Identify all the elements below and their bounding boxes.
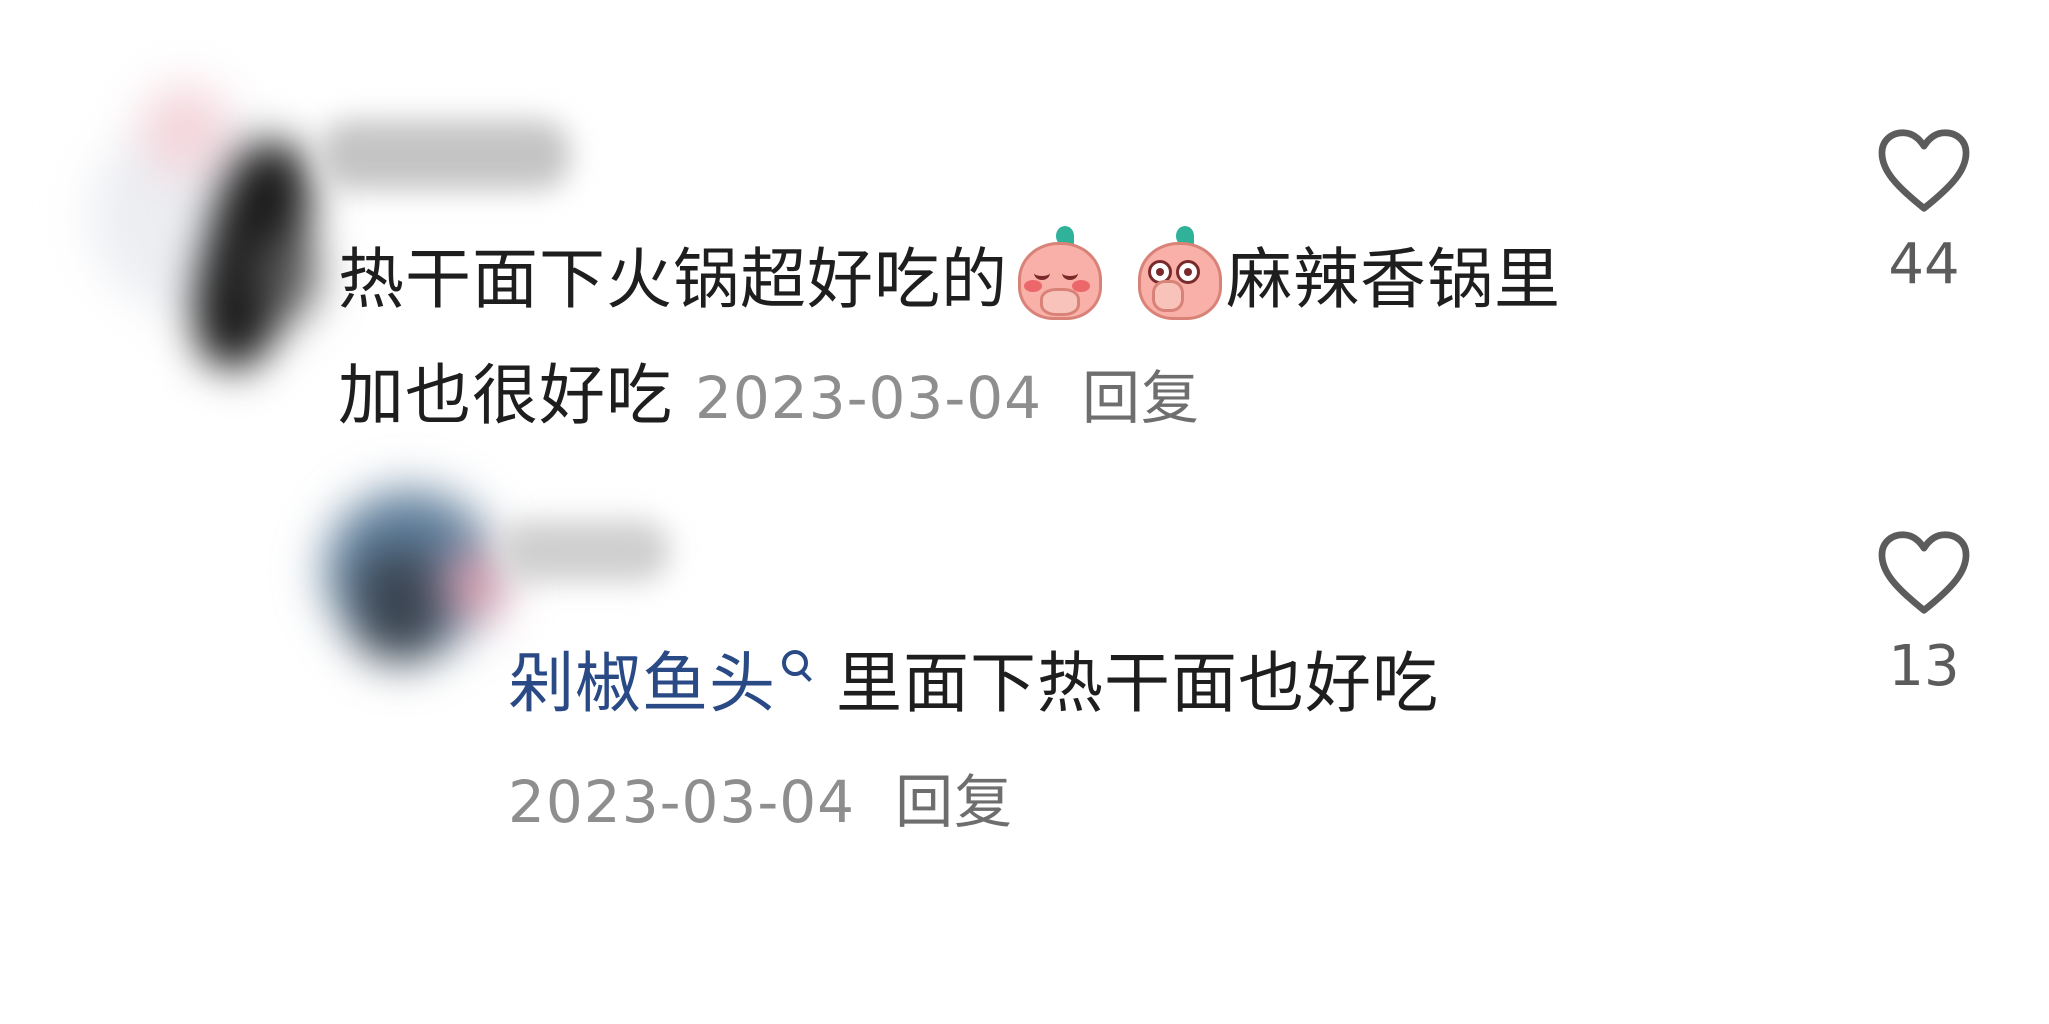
topic-link[interactable]: 剁椒鱼头 — [508, 645, 776, 722]
like-count: 13 — [1888, 634, 1960, 699]
username-redacted[interactable] — [320, 120, 570, 190]
like-button[interactable]: 13 — [1854, 530, 1994, 699]
comment-date: 2023-03-04 — [694, 364, 1043, 432]
reply-body[interactable]: 剁椒鱼头 里面下热干面也好吃 2023-03-04 回复 — [508, 626, 1808, 858]
heart-outline-icon — [1878, 531, 1970, 614]
comment-date: 2023-03-04 — [508, 768, 856, 836]
search-icon[interactable] — [780, 648, 814, 688]
like-button[interactable]: 44 — [1854, 128, 1994, 297]
comment-text-part: 热干面下火锅超好吃的 — [338, 241, 1008, 318]
username-redacted[interactable] — [500, 520, 670, 582]
heart-outline-icon — [1878, 129, 1970, 212]
avatar[interactable] — [70, 85, 330, 379]
comment-text-part: 加也很好吃 — [338, 357, 673, 434]
surprised-peach-emoji-icon — [1134, 226, 1222, 320]
comment-text-part: 里面下热干面也好吃 — [836, 645, 1439, 722]
reply-button[interactable]: 回复 — [1082, 364, 1200, 432]
comment-text-part: 麻辣香锅里 — [1225, 241, 1561, 318]
shy-peach-emoji-icon — [1014, 226, 1102, 320]
comment-list: 热干面下火锅超好吃的 麻辣香锅里 加也很好吃 2023-03-04 回复 44 … — [0, 0, 2049, 1024]
like-count: 44 — [1888, 232, 1960, 297]
reply-button[interactable]: 回复 — [895, 768, 1013, 836]
avatar[interactable] — [315, 480, 515, 660]
comment-body[interactable]: 热干面下火锅超好吃的 麻辣香锅里 加也很好吃 2023-03-04 回复 — [338, 222, 1788, 454]
